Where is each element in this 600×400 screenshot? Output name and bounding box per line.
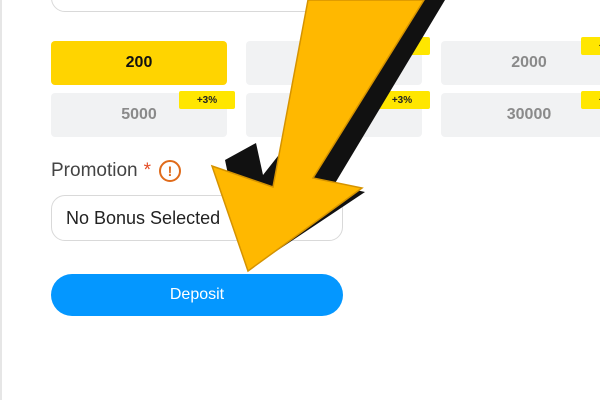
- amount-option-30000[interactable]: 30000 +3%: [441, 91, 600, 137]
- amount-option-200[interactable]: 200: [51, 41, 227, 85]
- promotion-select[interactable]: No Bonus Selected: [51, 195, 343, 241]
- left-divider: [0, 0, 2, 400]
- bonus-badge: +3%: [374, 37, 430, 55]
- amount-option-label: 200: [125, 54, 153, 71]
- deposit-button-label: Deposit: [169, 286, 225, 303]
- info-icon-glyph: !: [167, 163, 173, 179]
- amount-option-5000[interactable]: 5000 +3%: [51, 91, 235, 137]
- amount-option-2[interactable]: +3%: [246, 37, 430, 85]
- bonus-badge: +3%: [581, 37, 600, 55]
- promotion-selected-value: No Bonus Selected: [66, 207, 221, 228]
- bonus-badge: +3%: [581, 91, 600, 109]
- amount-option-label: 5000: [121, 106, 157, 123]
- amount-option-2000[interactable]: 2000 +3%: [441, 37, 600, 85]
- required-marker: *: [143, 160, 152, 181]
- promotion-label-row: Promotion * !: [51, 160, 182, 182]
- deposit-page: 200 +3% 2000 +3% 5000 +3% +3% 30000 +3% …: [0, 0, 600, 400]
- amount-option-label: 2000: [511, 54, 547, 71]
- bonus-badge: +3%: [374, 91, 430, 109]
- promotion-label: Promotion: [51, 160, 138, 181]
- amount-input-field[interactable]: [51, 0, 345, 12]
- amount-option-5[interactable]: +3%: [246, 91, 430, 137]
- deposit-button[interactable]: Deposit: [51, 274, 343, 316]
- info-icon[interactable]: !: [159, 160, 182, 182]
- amount-option-label: 30000: [506, 106, 552, 123]
- bonus-badge: +3%: [179, 91, 235, 109]
